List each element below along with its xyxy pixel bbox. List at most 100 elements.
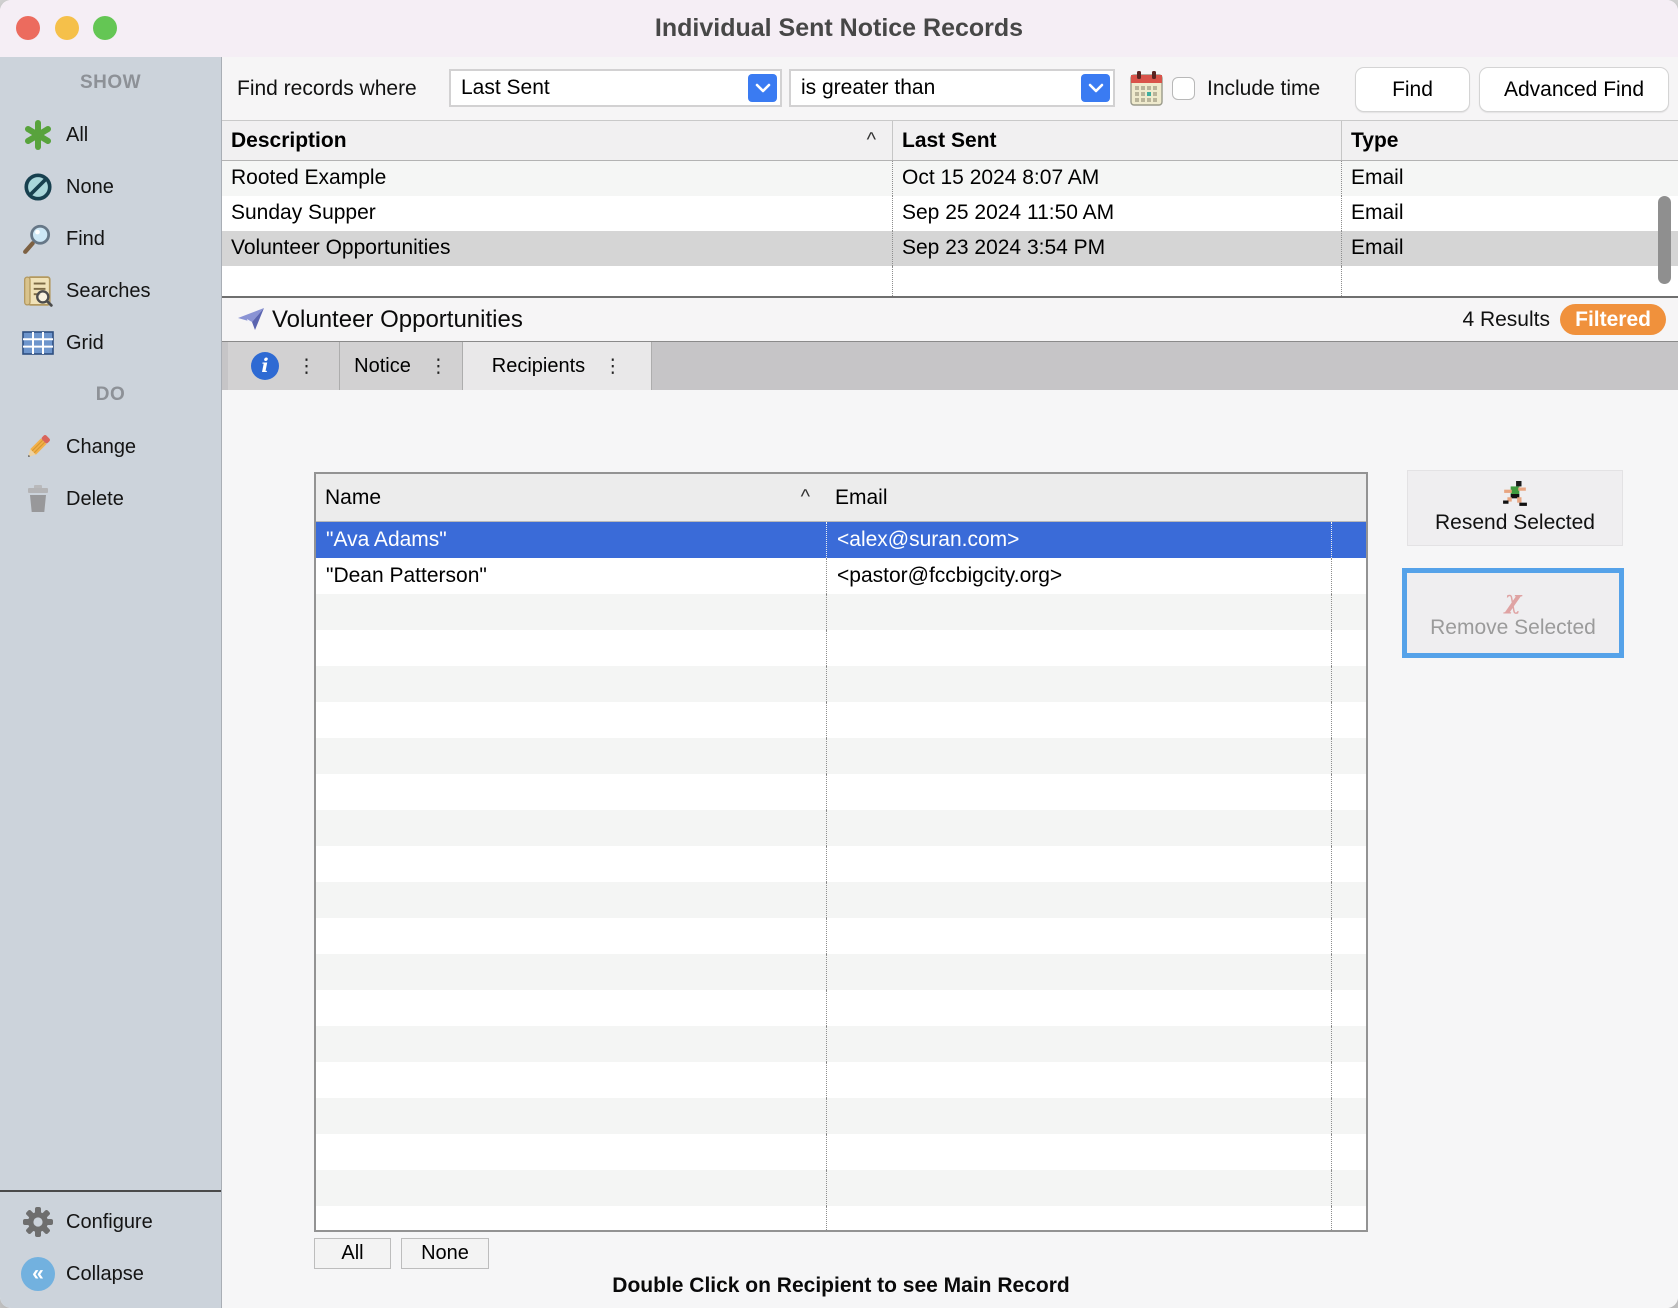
vertical-scrollbar-thumb[interactable]	[1658, 196, 1671, 284]
empty-cell	[316, 774, 826, 810]
sidebar-footer: Configure « Collapse	[0, 1190, 221, 1300]
empty-row	[316, 1206, 1366, 1232]
sidebar-item-label: Grid	[66, 332, 104, 355]
empty-cell	[1331, 882, 1366, 918]
column-header-email[interactable]: Email	[826, 474, 1331, 521]
find-button[interactable]: Find	[1355, 67, 1470, 112]
sidebar-item-grid[interactable]: Grid	[0, 317, 221, 369]
empty-row	[316, 1026, 1366, 1062]
empty-row	[316, 702, 1366, 738]
spacer-cell	[1331, 522, 1366, 558]
sidebar-item-label: Configure	[66, 1211, 153, 1234]
empty-row	[316, 1134, 1366, 1170]
empty-row	[316, 990, 1366, 1026]
empty-cell	[826, 666, 1331, 702]
chevron-down-icon	[748, 74, 777, 102]
tab-menu-icon[interactable]: ⋮	[603, 357, 622, 376]
tab-notice[interactable]: Notice ⋮	[340, 342, 463, 390]
sidebar-item-change[interactable]: Change	[0, 421, 221, 473]
tab-recipients[interactable]: Recipients ⋮	[463, 342, 652, 390]
email-cell: <pastor@fccbigcity.org>	[826, 558, 1331, 594]
detail-section-header: Volunteer Opportunities 4 Results Filter…	[222, 296, 1678, 341]
show-section-header: SHOW	[0, 57, 221, 109]
empty-cell	[316, 1134, 826, 1170]
operator-dropdown[interactable]: is greater than	[789, 69, 1115, 107]
select-none-button[interactable]: None	[401, 1238, 489, 1269]
last-sent-cell: Oct 15 2024 8:07 AM	[892, 161, 1341, 196]
table-row[interactable]: Volunteer OpportunitiesSep 23 2024 3:54 …	[222, 231, 1678, 266]
table-row[interactable]: Sunday SupperSep 25 2024 11:50 AMEmail	[222, 196, 1678, 231]
table-row[interactable]: "Dean Patterson"<pastor@fccbigcity.org>	[316, 558, 1366, 594]
empty-row	[316, 810, 1366, 846]
empty-cell	[1331, 1098, 1366, 1134]
empty-cell	[826, 954, 1331, 990]
trash-icon	[18, 483, 58, 515]
empty-cell	[826, 918, 1331, 954]
table-row[interactable]: Rooted ExampleOct 15 2024 8:07 AMEmail	[222, 161, 1678, 196]
empty-cell	[316, 738, 826, 774]
empty-cell	[1331, 594, 1366, 630]
empty-cell	[826, 990, 1331, 1026]
empty-cell	[826, 774, 1331, 810]
email-cell: <alex@suran.com>	[826, 522, 1331, 558]
empty-cell	[826, 1026, 1331, 1062]
sidebar-item-delete[interactable]: Delete	[0, 473, 221, 525]
tab-info[interactable]: i ⋮	[228, 342, 340, 390]
empty-cell	[316, 954, 826, 990]
resend-selected-button[interactable]: Resend Selected	[1407, 470, 1623, 546]
empty-row	[316, 918, 1366, 954]
empty-cell	[316, 846, 826, 882]
column-header-spacer	[1331, 474, 1366, 521]
field-dropdown[interactable]: Last Sent	[449, 69, 782, 107]
empty-cell	[892, 266, 1341, 296]
sidebar-item-find[interactable]: Find	[0, 213, 221, 265]
empty-cell	[316, 594, 826, 630]
sidebar-item-label: Delete	[66, 488, 124, 511]
empty-row	[316, 1098, 1366, 1134]
empty-cell	[1331, 630, 1366, 666]
tab-menu-icon[interactable]: ⋮	[297, 357, 316, 376]
paper-plane-icon	[237, 307, 265, 333]
sidebar-item-collapse[interactable]: « Collapse	[0, 1248, 221, 1300]
empty-cell	[222, 266, 892, 296]
calendar-icon[interactable]	[1129, 70, 1164, 107]
main-content: Find records where Last Sent is greater …	[222, 57, 1678, 1308]
column-header-last-sent[interactable]: Last Sent	[892, 121, 1341, 160]
name-cell: "Dean Patterson"	[316, 558, 826, 594]
column-header-type[interactable]: Type	[1341, 121, 1678, 160]
sidebar-item-configure[interactable]: Configure	[0, 1196, 221, 1248]
recipients-table-body: "Ava Adams"<alex@suran.com>"Dean Patters…	[316, 522, 1366, 1232]
empty-cell	[316, 1206, 826, 1232]
sidebar-item-searches[interactable]: Searches	[0, 265, 221, 317]
empty-cell	[826, 594, 1331, 630]
sidebar-item-none[interactable]: None	[0, 161, 221, 213]
empty-cell	[1331, 702, 1366, 738]
sidebar-item-all[interactable]: All	[0, 109, 221, 161]
select-all-button[interactable]: All	[314, 1238, 391, 1269]
empty-row	[316, 846, 1366, 882]
sidebar-item-label: None	[66, 176, 114, 199]
filtered-badge[interactable]: Filtered	[1560, 304, 1666, 335]
empty-cell	[1331, 1170, 1366, 1206]
tab-menu-icon[interactable]: ⋮	[429, 357, 448, 376]
column-header-description[interactable]: Description ^	[222, 121, 892, 160]
empty-cell	[826, 846, 1331, 882]
last-sent-cell: Sep 23 2024 3:54 PM	[892, 231, 1341, 266]
gear-icon	[18, 1206, 58, 1238]
advanced-find-button[interactable]: Advanced Find	[1479, 67, 1669, 112]
empty-cell	[1331, 738, 1366, 774]
remove-selected-button[interactable]: χ Remove Selected	[1402, 568, 1624, 658]
table-row[interactable]: "Ava Adams"<alex@suran.com>	[316, 522, 1366, 558]
empty-cell	[1331, 1206, 1366, 1232]
description-cell: Volunteer Opportunities	[222, 231, 892, 266]
type-cell: Email	[1341, 231, 1678, 266]
empty-row	[316, 738, 1366, 774]
operator-dropdown-value: is greater than	[801, 71, 935, 105]
recipients-table-header: Name ^ Email	[316, 474, 1366, 522]
include-time-checkbox[interactable]	[1172, 77, 1195, 100]
column-header-name[interactable]: Name ^	[316, 474, 826, 521]
records-table: Description ^ Last Sent Type Rooted Exam…	[222, 120, 1678, 297]
sort-ascending-icon: ^	[867, 121, 876, 160]
empty-cell	[826, 702, 1331, 738]
remove-x-icon: χ	[1505, 587, 1521, 612]
